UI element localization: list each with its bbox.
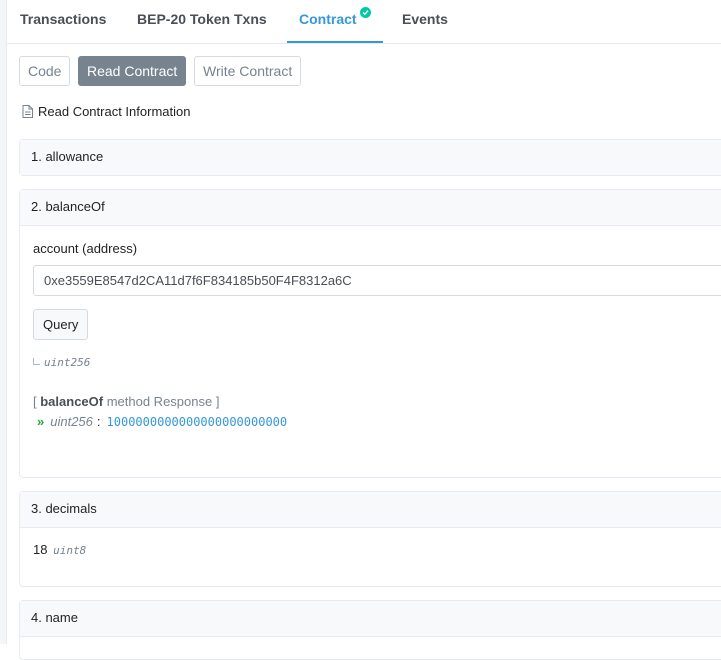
response-type: uint256 — [50, 414, 93, 429]
tab-events[interactable]: Events — [402, 0, 448, 43]
function-title: 3. decimals — [31, 501, 97, 516]
function-title: 2. balanceOf — [31, 199, 105, 214]
code-button[interactable]: Code — [19, 56, 71, 86]
output-type: uint256 — [44, 356, 91, 369]
write-contract-button[interactable]: Write Contract — [194, 56, 302, 86]
function-card-decimals: 3. decimals 18 uint8 — [19, 491, 721, 587]
function-header-allowance[interactable]: 1. allowance — [20, 140, 721, 175]
account-address-input[interactable]: 0xe3559E8547d2CA11d7f6F834185b50F4F8312a… — [33, 265, 721, 296]
read-contract-button[interactable]: Read Contract — [78, 56, 187, 86]
left-frame-border — [0, 0, 7, 644]
response-line: » uint256:1000000000000000000000000 — [37, 414, 287, 429]
response-separator: : — [96, 414, 101, 429]
query-button[interactable]: Query — [33, 309, 89, 340]
double-chevron-right-icon: » — [37, 414, 45, 429]
output-type-hint: uint256 — [33, 356, 90, 369]
function-card-name: 4. name — [19, 600, 721, 660]
tab-label: Transactions — [20, 11, 107, 27]
function-header-decimals[interactable]: 3. decimals — [20, 492, 721, 528]
tab-contract[interactable]: Contract — [287, 0, 383, 43]
document-icon — [22, 104, 38, 119]
function-title: 1. allowance — [31, 149, 104, 164]
check-circle-icon — [359, 7, 371, 18]
function-header-name[interactable]: 4. name — [20, 601, 721, 637]
function-title: 4. name — [31, 610, 78, 625]
tree-corner-icon — [33, 358, 40, 365]
tab-label: BEP-20 Token Txns — [137, 11, 267, 27]
tab-bep20-token-txns[interactable]: BEP-20 Token Txns — [137, 0, 267, 43]
tab-bar: Transactions BEP-20 Token Txns Contract … — [6, 0, 721, 44]
response-rest: method Response ] — [103, 394, 220, 409]
function-header-balanceof[interactable]: 2. balanceOf — [20, 190, 721, 226]
tab-label: Contract — [299, 11, 357, 27]
response-value: 1000000000000000000000000 — [106, 415, 288, 429]
read-contract-info: Read Contract Information — [22, 104, 190, 119]
function-card-allowance: 1. allowance — [19, 139, 721, 176]
response-method: balanceOf — [40, 394, 104, 409]
function-card-balanceof: 2. balanceOf account (address) 0xe3559E8… — [19, 189, 721, 478]
account-address-label: account (address) — [33, 241, 138, 256]
response-title: [ balanceOf method Response ] — [33, 394, 219, 409]
decimals-type: uint8 — [53, 544, 87, 557]
info-label: Read Contract Information — [38, 104, 191, 119]
tab-label: Events — [402, 11, 448, 27]
tab-transactions[interactable]: Transactions — [20, 0, 106, 43]
decimals-value: 18 uint8 — [33, 542, 86, 557]
decimals-number: 18 — [33, 542, 48, 557]
